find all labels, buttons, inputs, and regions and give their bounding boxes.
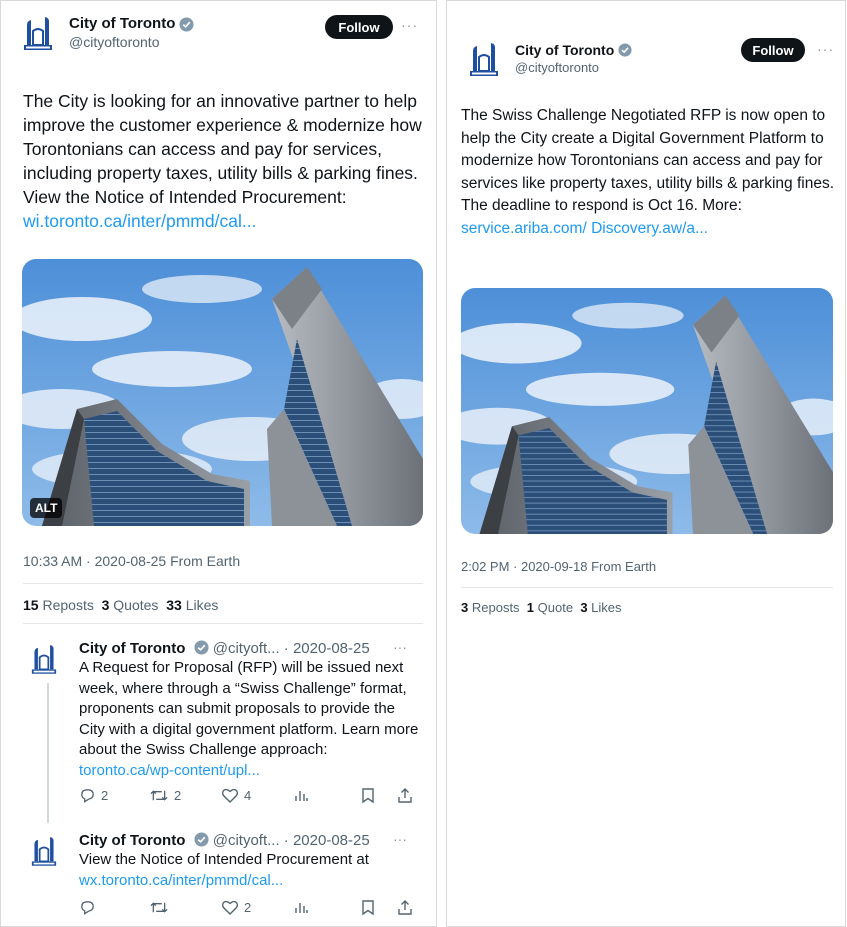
- tweet-detail-left: City of Toronto @cityoftoronto Follow ··…: [0, 0, 437, 927]
- reply-icon: [81, 789, 94, 803]
- reply-link[interactable]: toronto.ca/wp-content/upl...: [79, 762, 260, 779]
- city-hall-logo-icon[interactable]: [31, 835, 57, 867]
- views-icon: [295, 791, 308, 801]
- share-icon: [398, 900, 412, 915]
- reply-handle-date[interactable]: @cityoft... · 2020-08-25: [213, 832, 370, 849]
- divider: [23, 623, 423, 624]
- reply-tweet[interactable]: City of Toronto @cityoft... · 2020-08-25…: [31, 831, 421, 923]
- reposts-stat[interactable]: 15 Reposts: [23, 597, 94, 613]
- reply-text: A Request for Proposal (RFP) will be iss…: [79, 658, 419, 781]
- author-handle[interactable]: @cityoftoronto: [515, 59, 633, 77]
- divider: [461, 587, 833, 588]
- share-action[interactable]: [397, 899, 418, 916]
- more-options-icon[interactable]: ···: [393, 639, 407, 655]
- views-icon: [295, 903, 308, 913]
- reply-link[interactable]: wx.toronto.ca/inter/pmmd/cal...: [79, 872, 283, 889]
- tweet-header: City of Toronto @cityoftoronto: [23, 15, 194, 51]
- like-action[interactable]: 4: [221, 787, 251, 804]
- alt-text-badge[interactable]: ALT: [30, 498, 63, 518]
- repost-action[interactable]: [149, 899, 174, 916]
- reply-actions: 2: [79, 899, 417, 919]
- bookmark-action[interactable]: [361, 787, 380, 804]
- follow-button[interactable]: Follow: [741, 38, 805, 62]
- reply-header: City of Toronto @cityoft... · 2020-08-25: [79, 639, 370, 658]
- repost-icon: [150, 790, 168, 801]
- reply-tweet[interactable]: City of Toronto @cityoft... · 2020-08-25…: [31, 639, 421, 823]
- reposts-stat[interactable]: 3 Reposts: [461, 600, 520, 615]
- reply-action[interactable]: [79, 899, 101, 916]
- city-hall-photo: [22, 259, 423, 526]
- bookmark-icon: [362, 788, 374, 804]
- tweet-text: The City is looking for an innovative pa…: [23, 89, 425, 233]
- views-action[interactable]: [293, 787, 314, 803]
- tweet-text: The Swiss Challenge Negotiated RFP is no…: [461, 105, 839, 240]
- views-action[interactable]: [293, 899, 314, 915]
- thread-line: [47, 683, 49, 823]
- city-hall-logo-icon[interactable]: [23, 15, 53, 50]
- reply-actions: 2 2 4: [79, 787, 417, 807]
- reply-body: View the Notice of Intended Procurement …: [79, 851, 369, 868]
- more-options-icon[interactable]: ···: [393, 831, 407, 847]
- follow-button[interactable]: Follow: [325, 15, 393, 39]
- tweet-photo[interactable]: ALT: [22, 259, 423, 526]
- more-options-icon[interactable]: ···: [817, 41, 834, 57]
- tweet-header: City of Toronto @cityoftoronto: [469, 41, 633, 77]
- reply-author-name[interactable]: City of Toronto: [79, 832, 185, 849]
- like-action[interactable]: 2: [221, 899, 251, 916]
- more-options-icon[interactable]: ···: [401, 17, 418, 33]
- quotes-stat[interactable]: 3 Quotes: [102, 597, 159, 613]
- reply-body: A Request for Proposal (RFP) will be iss…: [79, 659, 419, 758]
- likes-stat[interactable]: 33 Likes: [166, 597, 218, 613]
- share-action[interactable]: [397, 787, 418, 804]
- heart-icon: [221, 788, 239, 803]
- engagement-stats: 15 Reposts 3 Quotes 33 Likes: [23, 597, 218, 613]
- tweet-detail-right: City of Toronto @cityoftoronto Follow ··…: [446, 0, 846, 927]
- heart-icon: [221, 900, 239, 915]
- city-hall-photo: [461, 288, 833, 534]
- reply-handle-date[interactable]: @cityoft... · 2020-08-25: [213, 640, 370, 657]
- repost-action[interactable]: 2: [149, 787, 181, 804]
- likes-stat[interactable]: 3 Likes: [580, 600, 621, 615]
- author-name[interactable]: City of Toronto: [515, 41, 614, 59]
- tweet-body: The City is looking for an innovative pa…: [23, 91, 422, 207]
- reply-action[interactable]: 2: [79, 787, 108, 804]
- tweet-timestamp[interactable]: 2:02 PM · 2020-09-18 From Earth: [461, 559, 656, 574]
- share-icon: [398, 788, 412, 803]
- divider: [23, 583, 423, 584]
- verified-badge-icon: [194, 832, 209, 847]
- reply-icon: [81, 901, 94, 915]
- city-hall-logo-icon[interactable]: [469, 41, 499, 76]
- tweet-photo[interactable]: [461, 288, 833, 534]
- tweet-link[interactable]: wi.toronto.ca/inter/pmmd/cal...: [23, 211, 256, 231]
- city-hall-logo-icon[interactable]: [31, 643, 57, 675]
- tweet-timestamp[interactable]: 10:33 AM · 2020-08-25 From Earth: [23, 553, 240, 569]
- reply-header: City of Toronto @cityoft... · 2020-08-25: [79, 831, 370, 850]
- verified-badge-icon: [194, 640, 209, 655]
- reply-text: View the Notice of Intended Procurement …: [79, 850, 419, 891]
- tweet-link[interactable]: service.ariba.com/ Discovery.aw/a...: [461, 220, 708, 237]
- verified-badge-icon: [179, 16, 194, 32]
- engagement-stats: 3 Reposts 1 Quote 3 Likes: [461, 600, 622, 615]
- bookmark-action[interactable]: [361, 899, 380, 916]
- verified-badge-icon: [618, 42, 633, 58]
- tweet-body: The Swiss Challenge Negotiated RFP is no…: [461, 107, 835, 214]
- author-name[interactable]: City of Toronto: [69, 15, 175, 33]
- bookmark-icon: [362, 900, 374, 916]
- author-handle[interactable]: @cityoftoronto: [69, 33, 194, 51]
- repost-icon: [150, 902, 168, 913]
- quotes-stat[interactable]: 1 Quote: [527, 600, 573, 615]
- reply-author-name[interactable]: City of Toronto: [79, 640, 185, 657]
